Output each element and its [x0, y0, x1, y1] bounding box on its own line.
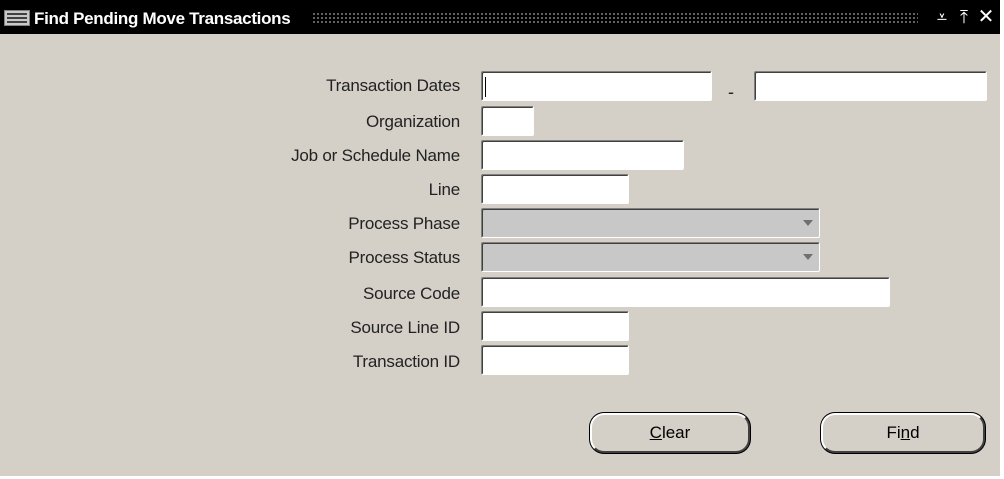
job-or-schedule-name-label: Job or Schedule Name [291, 146, 460, 165]
title-bar-pattern [312, 12, 918, 25]
minimize-icon[interactable]: ⩡ [932, 7, 952, 27]
window-title: Find Pending Move Transactions [34, 9, 291, 28]
title-bar[interactable]: Find Pending Move Transactions ⩡ ⤒ ✕ [0, 0, 1000, 34]
transaction-date-from-field[interactable] [481, 71, 712, 101]
source-code-label: Source Code [362, 284, 460, 303]
source-line-id-field[interactable] [481, 311, 629, 341]
source-line-id-label: Source Line ID [350, 318, 460, 337]
find-pending-move-transactions-window: Find Pending Move Transactions ⩡ ⤒ ✕ Tra… [0, 0, 1000, 476]
process-phase-select[interactable] [481, 208, 820, 238]
clear-button-label: lear [661, 423, 691, 442]
maximize-icon[interactable]: ⤒ [954, 7, 974, 27]
job-or-schedule-name-field[interactable] [481, 140, 684, 170]
date-range-separator: - [728, 82, 734, 102]
chevron-down-icon[interactable] [803, 220, 813, 226]
transaction-dates-label: Transaction Dates [326, 76, 460, 95]
transaction-id-field[interactable] [481, 345, 629, 375]
transaction-date-to-field[interactable] [754, 71, 987, 101]
chevron-down-icon[interactable] [803, 254, 813, 260]
line-field[interactable] [481, 174, 629, 204]
organization-label: Organization [366, 112, 460, 131]
clear-button[interactable]: Clear [590, 413, 750, 453]
oracle-app-icon [4, 10, 30, 26]
transaction-id-label: Transaction ID [352, 352, 460, 371]
process-status-select[interactable] [481, 242, 820, 272]
organization-field[interactable] [481, 106, 534, 136]
find-button[interactable]: Find [821, 413, 985, 453]
find-button-label-start: Fi [886, 423, 901, 442]
line-label: Line [428, 180, 461, 199]
process-status-label: Process Status [348, 248, 460, 267]
process-phase-label: Process Phase [348, 214, 460, 233]
source-code-field[interactable] [481, 277, 890, 307]
close-icon[interactable]: ✕ [976, 7, 996, 27]
find-button-label-end: d [910, 423, 920, 442]
find-button-mnemonic: n [900, 423, 911, 442]
clear-button-mnemonic: C [649, 423, 662, 442]
